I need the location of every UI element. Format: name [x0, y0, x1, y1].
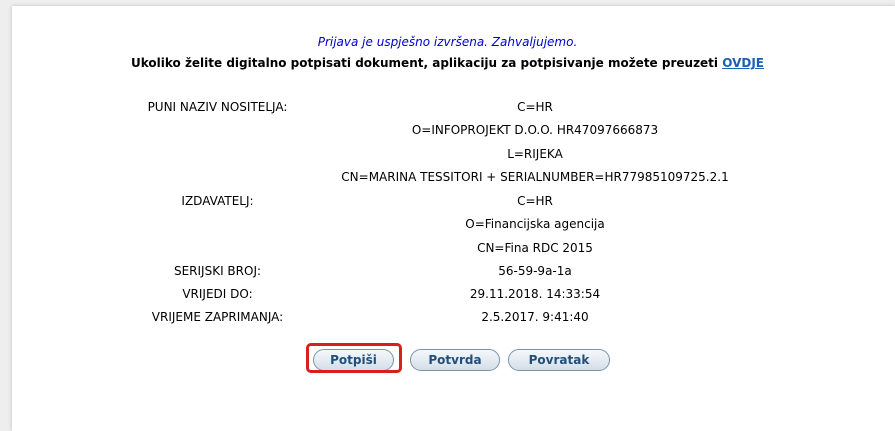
holder-value-locality: L=RIJEKA: [507, 147, 563, 161]
valid-until-value: 29.11.2018. 14:33:54: [469, 287, 601, 301]
holder-value-common-name: CN=MARINA TESSITORI + SERIALNUMBER=HR779…: [341, 170, 729, 184]
holder-label: PUNI NAZIV NOSITELJA:: [147, 100, 288, 114]
serial-label: SERIJSKI BROJ:: [173, 264, 262, 278]
holder-value-organization: O=INFOPROJEKT D.O.O. HR47097666873: [411, 123, 659, 137]
download-info-text: Ukoliko želite digitalno potpisati dokum…: [130, 56, 723, 70]
success-message: Prijava je uspješno izvršena. Zahvaljuje…: [317, 35, 578, 49]
received-time-value: 2.5.2017. 9:41:40: [481, 310, 589, 324]
issuer-label: IZDAVATELJ:: [181, 194, 254, 208]
issuer-value-country: C=HR: [517, 194, 553, 208]
sign-button-highlight: [306, 343, 402, 373]
serial-value: 56-59-9a-1a: [498, 264, 572, 278]
valid-until-label: VRIJEDI DO:: [182, 287, 253, 301]
issuer-value-organization: O=Financijska agencija: [465, 217, 605, 231]
confirm-button[interactable]: Potvrda: [410, 349, 500, 371]
holder-value-country: C=HR: [517, 100, 553, 114]
received-time-label: VRIJEME ZAPRIMANJA:: [151, 310, 284, 324]
back-button[interactable]: Povratak: [508, 349, 610, 371]
download-info: Ukoliko želite digitalno potpisati dokum…: [0, 54, 895, 72]
issuer-value-common-name: CN=Fina RDC 2015: [477, 241, 593, 255]
download-link[interactable]: OVDJE: [722, 56, 764, 70]
